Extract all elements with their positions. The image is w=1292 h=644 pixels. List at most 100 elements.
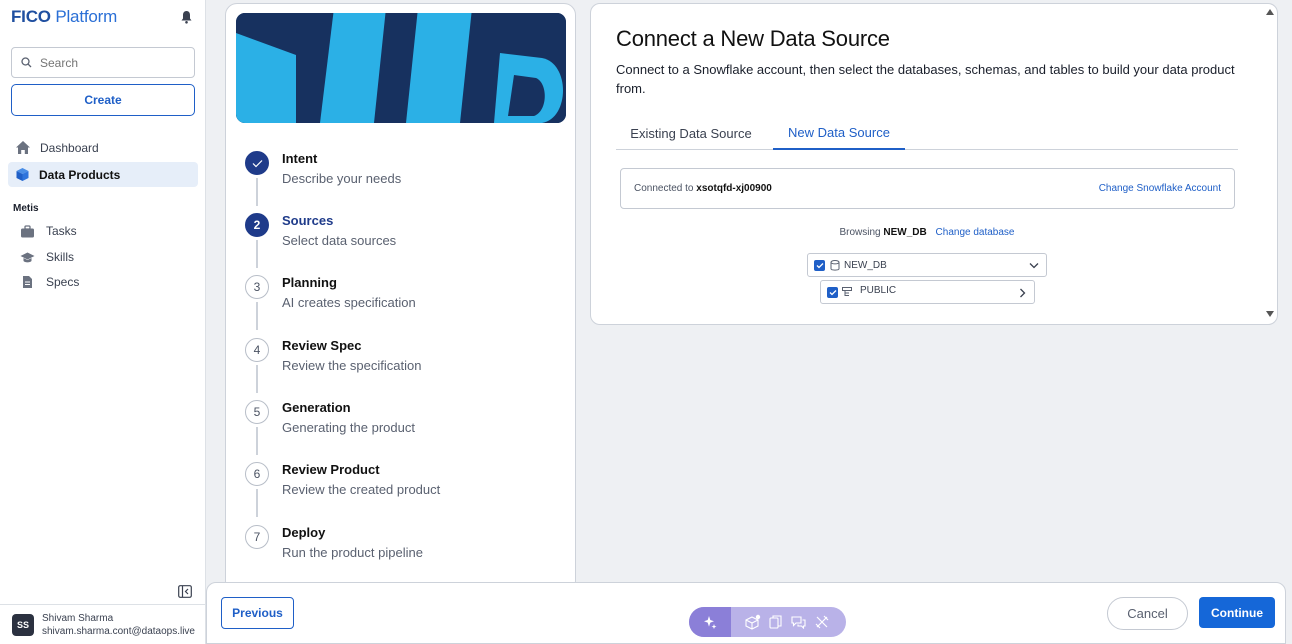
database-icon xyxy=(830,259,840,271)
tab-existing-data-source[interactable]: Existing Data Source xyxy=(616,116,766,150)
step-indicator: 7 xyxy=(245,525,269,549)
wizard-step-generation[interactable]: 5 Generation Generating the product xyxy=(245,400,565,455)
sidebar-item-skills[interactable]: Skills xyxy=(20,247,74,267)
tools-tool-button[interactable] xyxy=(810,607,833,637)
sparkle-icon xyxy=(704,616,717,629)
page-subtitle: Connect to a Snowflake account, then sel… xyxy=(616,62,1235,96)
schema-checkbox[interactable] xyxy=(827,286,838,298)
cube-tool-button[interactable] xyxy=(741,607,764,637)
wizard-step-review-spec[interactable]: 4 Review Spec Review the specification xyxy=(245,338,565,393)
sidebar-item-specs[interactable]: Specs xyxy=(20,272,79,292)
step-title: Intent xyxy=(282,151,318,166)
wizard-step-planning[interactable]: 3 Planning AI creates specification xyxy=(245,275,565,330)
tree-row-database[interactable]: NEW_DB xyxy=(807,253,1047,277)
previous-button[interactable]: Previous xyxy=(221,597,294,629)
step-title: Sources xyxy=(282,213,334,228)
step-indicator: 6 xyxy=(245,462,269,486)
page-title: Connect a New Data Source xyxy=(616,26,890,51)
banner-graphic xyxy=(236,13,566,123)
step-indicator: 2 xyxy=(245,213,269,237)
checkmark-icon xyxy=(816,262,823,268)
tree-row-label: NEW_DB xyxy=(844,259,887,271)
sidebar-item-dashboard[interactable]: Dashboard xyxy=(8,135,198,160)
connected-account: xsotqfd-xj00900 xyxy=(696,183,772,194)
step-connector xyxy=(256,178,258,206)
change-snowflake-account-link[interactable]: Change Snowflake Account xyxy=(1099,183,1221,194)
search-box[interactable] xyxy=(11,47,195,78)
tree-row-schema[interactable]: PUBLIC xyxy=(820,280,1035,304)
step-title: Review Product xyxy=(282,462,380,477)
chat-icon xyxy=(791,616,806,629)
step-description: Describe your needs xyxy=(282,171,402,186)
step-connector xyxy=(256,302,258,330)
briefcase-icon xyxy=(21,224,34,237)
wizard-step-intent[interactable]: Intent Describe your needs xyxy=(245,151,565,206)
step-title: Generation xyxy=(282,400,351,415)
tab-new-data-source[interactable]: New Data Source xyxy=(773,116,905,150)
sidebar-item-label: Tasks xyxy=(46,224,77,238)
step-connector xyxy=(256,427,258,455)
assistant-toolbar xyxy=(689,607,846,637)
wizard-step-deploy[interactable]: 7 Deploy Run the product pipeline xyxy=(245,525,565,575)
wizard-step-sources[interactable]: 2 Sources Select data sources xyxy=(245,213,565,268)
brand-product: Platform xyxy=(55,7,118,26)
cube-icon xyxy=(16,168,29,181)
step-description: Generating the product xyxy=(282,420,415,435)
sidebar-item-label: Dashboard xyxy=(40,140,99,155)
sidebar-item-label: Specs xyxy=(46,275,80,289)
home-icon xyxy=(16,141,30,154)
bell-icon[interactable] xyxy=(180,10,193,24)
copy-tool-button[interactable] xyxy=(764,607,787,637)
step-indicator: 4 xyxy=(245,338,269,362)
sidebar: FICO Platform Create Dashboard Data Prod… xyxy=(0,0,206,644)
database-checkbox[interactable] xyxy=(814,259,825,271)
collapse-sidebar-icon[interactable] xyxy=(178,585,192,598)
scrollbar[interactable] xyxy=(1263,4,1277,322)
avatar: SS xyxy=(12,613,34,636)
copy-icon xyxy=(768,615,782,629)
cancel-button[interactable]: Cancel xyxy=(1107,597,1188,630)
connection-info: Connected to xsotqfd-xj00900 Change Snow… xyxy=(620,168,1235,209)
chevron-down-icon[interactable] xyxy=(1029,262,1039,269)
step-description: Review the specification xyxy=(282,358,422,373)
wizard-steps-panel: Intent Describe your needs 2 Sources Sel… xyxy=(225,3,576,593)
tree-row-label: PUBLIC xyxy=(860,284,897,296)
browsing-prefix: Browsing xyxy=(839,227,881,238)
create-button[interactable]: Create xyxy=(11,84,195,116)
sidebar-item-data-products[interactable]: Data Products xyxy=(8,162,198,187)
browsing-status: Browsing NEW_DB Change database xyxy=(591,227,1263,238)
checkmark-icon xyxy=(252,159,262,167)
change-database-link[interactable]: Change database xyxy=(936,227,1015,238)
user-profile[interactable]: SS Shivam Sharma shivam.sharma.cont@data… xyxy=(0,604,206,644)
step-description: Review the created product xyxy=(282,482,441,497)
user-email: shivam.sharma.cont@dataops.live xyxy=(42,625,195,637)
tools-icon xyxy=(815,615,828,629)
connected-prefix: Connected to xyxy=(634,183,694,194)
step-description: Select data sources xyxy=(282,233,397,248)
sidebar-item-label: Skills xyxy=(46,250,75,264)
chevron-right-icon[interactable] xyxy=(1019,288,1026,298)
graduation-cap-icon xyxy=(20,252,35,262)
connection-label: Connected to xsotqfd-xj00900 xyxy=(634,183,772,194)
brand-name: FICO xyxy=(11,7,51,26)
search-input[interactable] xyxy=(40,55,180,70)
step-indicator: 5 xyxy=(245,400,269,424)
continue-button[interactable]: Continue xyxy=(1199,597,1275,628)
section-label-metis: Metis xyxy=(13,203,39,214)
step-title: Planning xyxy=(282,275,337,290)
checkmark-icon xyxy=(829,289,836,295)
wizard-step-review-product[interactable]: 6 Review Product Review the created prod… xyxy=(245,462,565,517)
schema-icon xyxy=(842,286,852,296)
browsing-database: NEW_DB xyxy=(883,227,927,238)
step-title: Review Spec xyxy=(282,338,362,353)
chat-tool-button[interactable] xyxy=(787,607,810,637)
brand-logo[interactable]: FICO Platform xyxy=(11,7,117,27)
step-description: AI creates specification xyxy=(282,295,416,310)
ai-assistant-button[interactable] xyxy=(689,607,731,637)
search-icon xyxy=(21,57,32,68)
sidebar-item-tasks[interactable]: Tasks xyxy=(20,221,77,241)
step-connector xyxy=(256,240,258,268)
step-indicator xyxy=(245,151,269,175)
source-tabs: Existing Data Source New Data Source xyxy=(616,116,1238,150)
step-title: Deploy xyxy=(282,525,326,540)
